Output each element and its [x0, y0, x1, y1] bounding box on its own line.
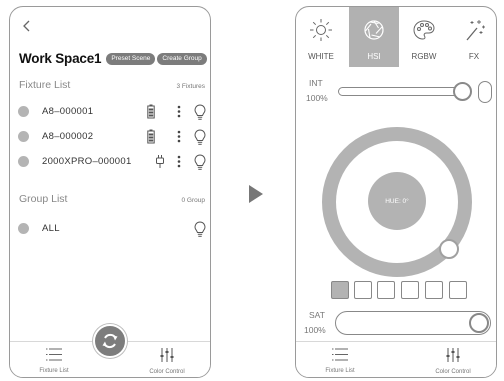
sliders-icon — [446, 348, 460, 362]
group-status-dot — [18, 223, 29, 234]
workspace-header: Work Space1 Preset Scene Create Group — [19, 51, 207, 66]
light-bulb-icon[interactable] — [194, 154, 206, 171]
list-icon — [46, 348, 62, 361]
refresh-button[interactable] — [93, 324, 127, 358]
workspace-title: Work Space1 — [19, 51, 102, 66]
fixture-count: 3 Fixtures — [176, 83, 205, 90]
fixture-row[interactable]: 2000XPRO–000001 — [10, 153, 210, 171]
aperture-icon — [364, 20, 384, 40]
fixture-list-heading: Fixture List — [19, 79, 71, 91]
fixture-name: 2000XPRO–000001 — [42, 156, 132, 167]
more-options-icon[interactable] — [177, 155, 181, 168]
nav-color-control[interactable]: Color Control — [137, 348, 197, 375]
palette-icon — [413, 20, 435, 40]
saturation-slider-handle[interactable] — [469, 313, 489, 333]
nav-fixture-list-label: Fixture List — [325, 368, 355, 374]
more-options-icon[interactable] — [177, 130, 181, 143]
nav-color-control-label: Color Control — [149, 369, 185, 375]
tab-fx-label: FX — [468, 52, 480, 61]
light-bulb-icon[interactable] — [194, 129, 206, 146]
nav-fixture-list-label: Fixture List — [39, 368, 69, 374]
sliders-icon — [160, 348, 174, 362]
preset-swatch[interactable] — [354, 281, 372, 299]
saturation-slider-track[interactable] — [335, 311, 491, 335]
hue-value-display: HUE: 0° — [368, 172, 426, 230]
fixture-status-dot — [18, 156, 29, 167]
list-icon — [332, 348, 348, 361]
nav-fixture-list[interactable]: Fixture List — [310, 348, 370, 374]
back-chevron-icon[interactable] — [20, 19, 34, 33]
sat-label: SAT — [309, 310, 325, 320]
tab-rgbw[interactable]: RGBW — [399, 7, 449, 67]
intensity-slider-handle[interactable] — [453, 82, 472, 101]
magic-wand-icon — [466, 20, 485, 41]
preset-swatch[interactable] — [449, 281, 467, 299]
preset-swatch[interactable] — [425, 281, 443, 299]
int-label: INT — [309, 78, 323, 88]
fixture-status-dot — [18, 106, 29, 117]
fixture-list-screen: Work Space1 Preset Scene Create Group Fi… — [9, 6, 211, 378]
battery-icon — [147, 104, 155, 119]
battery-icon — [147, 129, 155, 144]
fixture-name: A8–000002 — [42, 131, 94, 142]
fixture-row[interactable]: A8–000001 — [10, 103, 210, 121]
preset-swatch[interactable] — [401, 281, 419, 299]
tab-hsi-label: HSI — [367, 52, 381, 61]
refresh-icon — [102, 333, 118, 349]
intensity-toggle[interactable] — [478, 81, 492, 103]
color-control-screen: WHITE HSI RGBW FX INT 100% HUE: 0° SAT 1… — [295, 6, 497, 378]
tab-fx[interactable]: FX — [449, 7, 496, 67]
tab-hsi[interactable]: HSI — [349, 7, 399, 67]
fixture-status-dot — [18, 131, 29, 142]
group-list-heading: Group List — [19, 193, 68, 205]
light-bulb-icon[interactable] — [194, 221, 206, 238]
plug-icon — [156, 155, 164, 168]
sun-icon — [310, 19, 332, 41]
preset-swatch[interactable] — [331, 281, 349, 299]
nav-color-control[interactable]: Color Control — [423, 348, 483, 375]
group-name: ALL — [42, 223, 60, 234]
fixture-row[interactable]: A8–000002 — [10, 128, 210, 146]
sat-value: 100% — [304, 325, 326, 335]
tab-white[interactable]: WHITE — [296, 7, 346, 67]
light-bulb-icon[interactable] — [194, 104, 206, 121]
int-value: 100% — [306, 93, 328, 103]
more-options-icon[interactable] — [177, 105, 181, 118]
nav-fixture-list[interactable]: Fixture List — [24, 348, 84, 374]
hue-wheel-handle[interactable] — [439, 239, 459, 259]
group-count: 0 Group — [181, 197, 206, 204]
tab-white-label: WHITE — [308, 52, 334, 61]
preset-swatch[interactable] — [377, 281, 395, 299]
transition-arrow-icon — [249, 185, 263, 203]
fixture-name: A8–000001 — [42, 106, 94, 117]
nav-color-control-label: Color Control — [435, 369, 471, 375]
tab-rgbw-label: RGBW — [411, 52, 437, 61]
preset-scene-button[interactable]: Preset Scene — [106, 52, 156, 65]
intensity-slider-track[interactable] — [338, 87, 470, 96]
group-row[interactable]: ALL — [10, 220, 210, 238]
bottom-nav: Fixture List Color Control — [296, 341, 496, 377]
create-group-button[interactable]: Create Group — [157, 52, 207, 65]
